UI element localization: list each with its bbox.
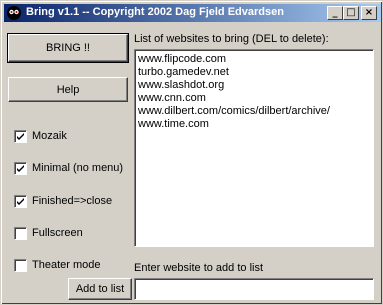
add-to-list-button[interactable]: Add to list — [68, 278, 132, 300]
help-button[interactable]: Help — [8, 77, 128, 102]
option-mozaik[interactable]: Mozaik — [14, 129, 67, 143]
close-button[interactable]: × — [361, 6, 377, 20]
mozaik-label: Mozaik — [32, 130, 67, 142]
fullscreen-checkbox[interactable] — [14, 226, 27, 240]
maximize-icon: □ — [346, 7, 356, 18]
add-website-label: Enter website to add to list — [134, 262, 264, 274]
theater-mode-checkbox[interactable] — [14, 258, 27, 272]
website-input[interactable] — [134, 278, 374, 300]
website-listbox[interactable]: www.flipcode.com turbo.gamedev.net www.s… — [134, 49, 374, 247]
fullscreen-label: Fullscreen — [32, 227, 83, 239]
minimize-icon: _ — [332, 7, 338, 18]
list-item[interactable]: www.slashdot.org — [138, 79, 370, 92]
minimize-button[interactable]: _ — [327, 6, 343, 20]
theater-mode-label: Theater mode — [32, 259, 101, 271]
finished-close-checkbox[interactable] — [14, 194, 27, 208]
checkmark-icon — [17, 132, 24, 140]
mozaik-checkbox[interactable] — [14, 129, 27, 143]
checkmark-icon — [17, 164, 24, 172]
list-item[interactable]: www.time.com — [138, 118, 370, 131]
close-icon: × — [364, 7, 374, 18]
list-item[interactable]: www.cnn.com — [138, 92, 370, 105]
finished-close-label: Finished=>close — [32, 195, 113, 207]
list-item[interactable]: www.dilbert.com/comics/dilbert/archive/ — [138, 105, 370, 118]
bring-button[interactable]: BRING !! — [7, 33, 129, 63]
checkmark-icon — [17, 197, 24, 205]
app-window: Bring v1.1 -- Copyright 2002 Dag Fjeld E… — [0, 0, 383, 305]
window-title: Bring v1.1 -- Copyright 2002 Dag Fjeld E… — [26, 6, 284, 18]
maximize-button[interactable]: □ — [343, 6, 359, 20]
minimal-label: Minimal (no menu) — [32, 162, 124, 174]
option-fullscreen[interactable]: Fullscreen — [14, 226, 83, 240]
list-header: List of websites to bring (DEL to delete… — [134, 33, 329, 45]
option-theater-mode[interactable]: Theater mode — [14, 258, 100, 272]
list-item[interactable]: turbo.gamedev.net — [138, 66, 370, 79]
minimal-checkbox[interactable] — [14, 161, 27, 175]
option-finished-close[interactable]: Finished=>close — [14, 194, 112, 208]
list-item[interactable]: www.flipcode.com — [138, 53, 370, 66]
app-icon[interactable] — [6, 5, 22, 21]
option-minimal[interactable]: Minimal (no menu) — [14, 161, 123, 175]
title-bar[interactable]: Bring v1.1 -- Copyright 2002 Dag Fjeld E… — [4, 4, 381, 22]
